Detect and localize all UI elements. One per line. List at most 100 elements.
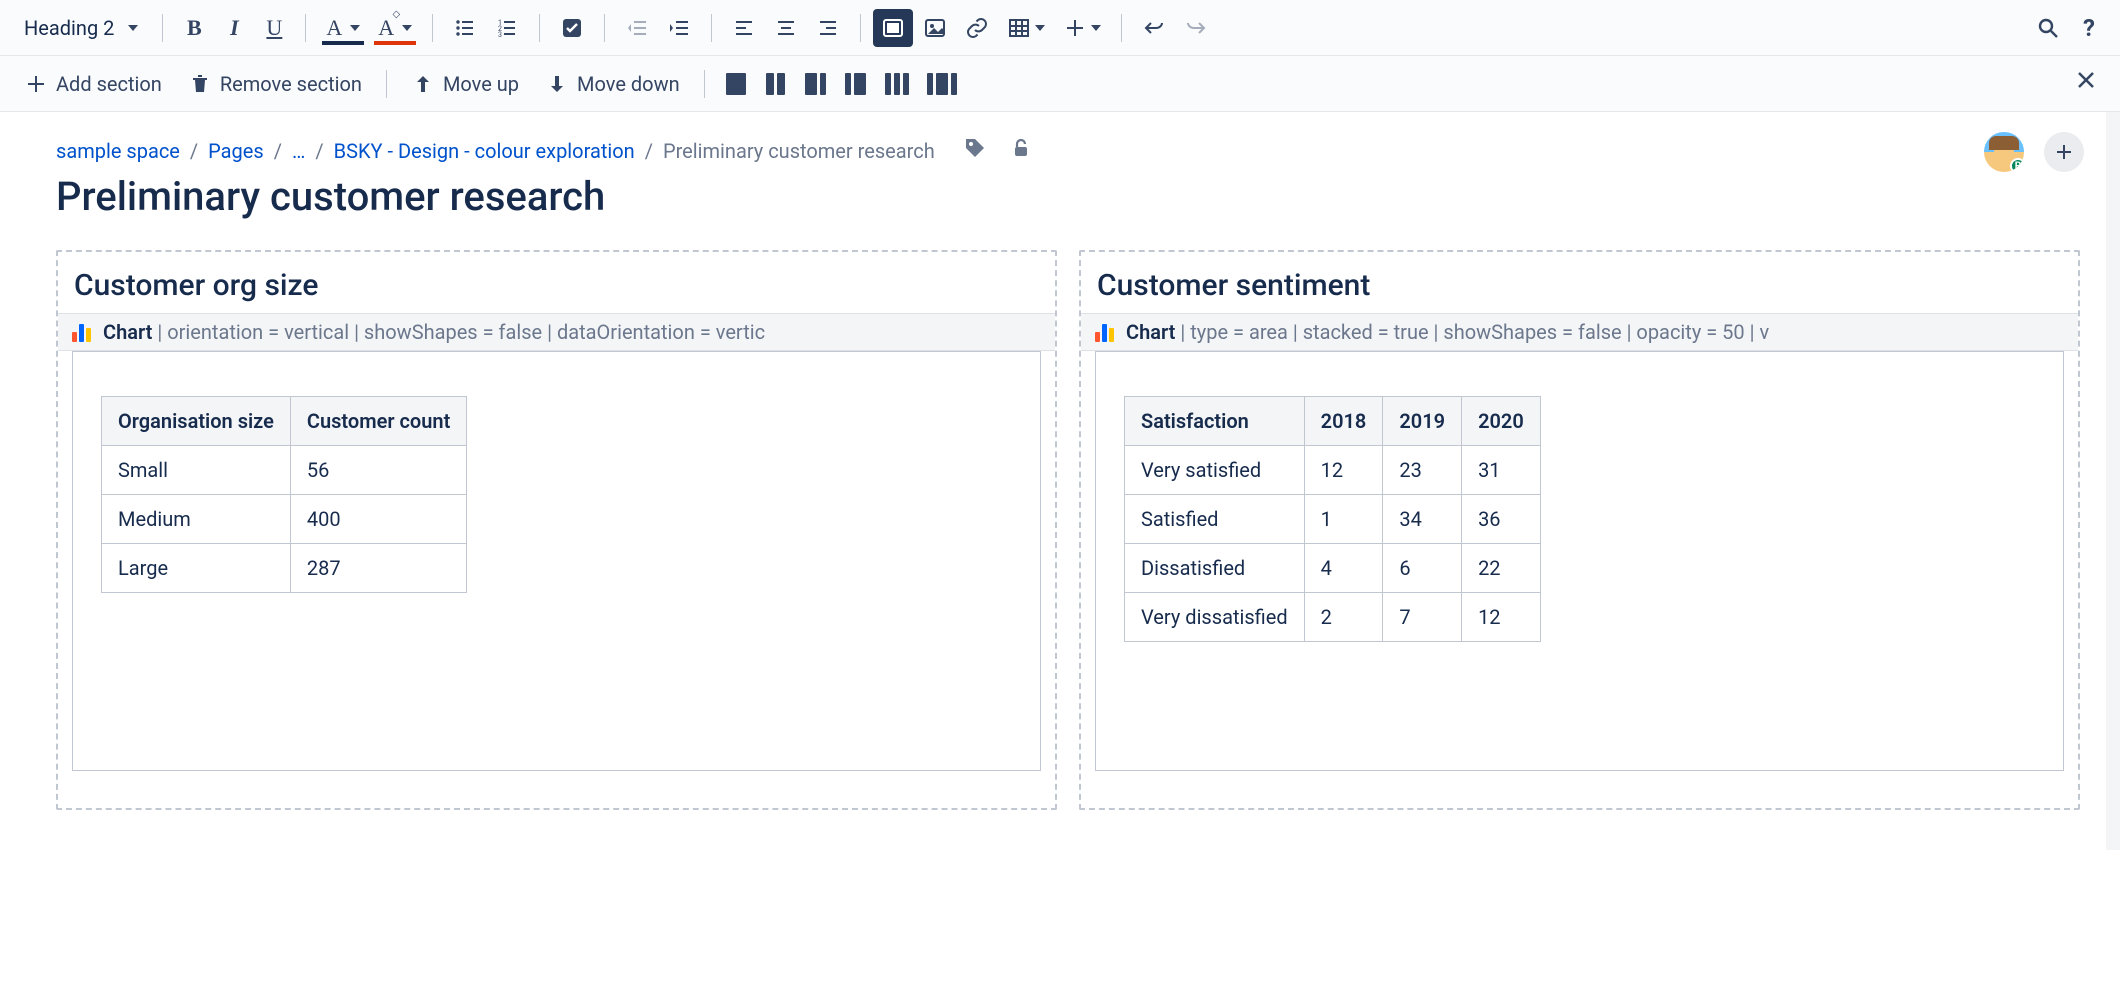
table-cell[interactable]: 31 bbox=[1462, 446, 1541, 495]
task-list-button[interactable] bbox=[552, 9, 592, 47]
table-header[interactable]: 2018 bbox=[1304, 397, 1383, 446]
table-cell[interactable]: 6 bbox=[1383, 544, 1462, 593]
table-header[interactable]: 2019 bbox=[1383, 397, 1462, 446]
presence-badge: R bbox=[2010, 158, 2026, 174]
paragraph-style-picker[interactable]: Heading 2 bbox=[12, 8, 150, 48]
breadcrumb-link[interactable]: Pages bbox=[208, 139, 264, 163]
layout-three-sidebars-button[interactable] bbox=[919, 65, 965, 103]
data-table[interactable]: Organisation size Customer count Small 5… bbox=[101, 396, 467, 593]
separator bbox=[162, 14, 163, 42]
table-cell[interactable]: 400 bbox=[290, 495, 466, 544]
align-left-button[interactable] bbox=[724, 9, 764, 47]
close-layout-toolbar-button[interactable] bbox=[2064, 68, 2108, 99]
table-cell[interactable]: Dissatisfied bbox=[1125, 544, 1305, 593]
column-heading[interactable]: Customer sentiment bbox=[1097, 268, 2064, 303]
chart-macro-header[interactable]: Chart | orientation = vertical | showSha… bbox=[58, 313, 1055, 351]
remove-section-button[interactable]: Remove section bbox=[176, 64, 374, 104]
layout-column[interactable]: Customer sentiment Chart | type = area |… bbox=[1079, 250, 2080, 810]
page-layout-button[interactable] bbox=[873, 9, 913, 47]
table-header[interactable]: Organisation size bbox=[102, 397, 291, 446]
labels-button[interactable] bbox=[963, 136, 987, 165]
avatar[interactable]: R bbox=[1982, 130, 2026, 174]
undo-button[interactable] bbox=[1134, 9, 1174, 47]
layout-two-left-button[interactable] bbox=[797, 65, 835, 103]
undo-icon bbox=[1142, 16, 1166, 40]
paragraph-style-label: Heading 2 bbox=[24, 16, 114, 40]
bold-button[interactable]: B bbox=[175, 9, 213, 47]
insert-table-button[interactable] bbox=[999, 9, 1053, 47]
text-color-button[interactable]: A bbox=[318, 9, 368, 47]
table-cell[interactable]: 22 bbox=[1462, 544, 1541, 593]
underline-button[interactable]: U bbox=[255, 9, 293, 47]
insert-image-button[interactable] bbox=[915, 9, 955, 47]
table-row: Medium 400 bbox=[102, 495, 467, 544]
layout-two-equal-button[interactable] bbox=[757, 65, 795, 103]
chevron-down-icon bbox=[128, 25, 138, 31]
help-button[interactable]: ? bbox=[2070, 9, 2108, 47]
table-cell[interactable]: 12 bbox=[1462, 593, 1541, 642]
redo-button[interactable] bbox=[1176, 9, 1216, 47]
table-cell[interactable]: 7 bbox=[1383, 593, 1462, 642]
unlock-icon bbox=[1009, 136, 1033, 160]
plus-icon bbox=[1063, 16, 1087, 40]
table-cell[interactable]: 4 bbox=[1304, 544, 1383, 593]
column-heading[interactable]: Customer org size bbox=[74, 268, 1041, 303]
page-title[interactable]: Preliminary customer research bbox=[56, 173, 2080, 220]
add-section-button[interactable]: Add section bbox=[12, 64, 174, 104]
move-section-down-button[interactable]: Move down bbox=[533, 64, 692, 104]
table-cell[interactable]: Very dissatisfied bbox=[1125, 593, 1305, 642]
align-right-button[interactable] bbox=[808, 9, 848, 47]
layout-single-button[interactable] bbox=[717, 65, 755, 103]
scrollbar[interactable] bbox=[2106, 112, 2120, 850]
bullet-list-button[interactable] bbox=[445, 9, 485, 47]
close-icon bbox=[2074, 68, 2098, 92]
breadcrumb-ellipsis[interactable]: … bbox=[292, 139, 305, 163]
breadcrumb-link[interactable]: BSKY - Design - colour exploration bbox=[334, 139, 635, 163]
table-cell[interactable]: Very satisfied bbox=[1125, 446, 1305, 495]
chart-macro-body[interactable]: Organisation size Customer count Small 5… bbox=[72, 351, 1041, 771]
numbered-list-button[interactable]: 123 bbox=[487, 9, 527, 47]
table-cell[interactable]: Large bbox=[102, 544, 291, 593]
plus-icon bbox=[24, 72, 48, 96]
link-icon bbox=[965, 16, 989, 40]
indent-button[interactable] bbox=[659, 9, 699, 47]
table-cell[interactable]: 34 bbox=[1383, 495, 1462, 544]
invite-to-edit-button[interactable] bbox=[2044, 132, 2084, 172]
breadcrumb-separator: / bbox=[190, 139, 198, 163]
editor-page: sample space / Pages / … / BSKY - Design… bbox=[0, 112, 2120, 850]
align-center-button[interactable] bbox=[766, 9, 806, 47]
find-replace-button[interactable] bbox=[2028, 9, 2068, 47]
data-table[interactable]: Satisfaction 2018 2019 2020 Very satisfi… bbox=[1124, 396, 1541, 642]
insert-more-button[interactable] bbox=[1055, 9, 1109, 47]
outdent-button[interactable] bbox=[617, 9, 657, 47]
macro-params: | orientation = vertical | showShapes = … bbox=[157, 320, 765, 344]
table-header[interactable]: 2020 bbox=[1462, 397, 1541, 446]
chart-macro-body[interactable]: Satisfaction 2018 2019 2020 Very satisfi… bbox=[1095, 351, 2064, 771]
checkbox-icon bbox=[560, 16, 584, 40]
table-cell[interactable]: 287 bbox=[290, 544, 466, 593]
layout-three-equal-button[interactable] bbox=[877, 65, 917, 103]
breadcrumb-link[interactable]: sample space bbox=[56, 139, 180, 163]
chart-macro-header[interactable]: Chart | type = area | stacked = true | s… bbox=[1081, 313, 2078, 351]
restrictions-button[interactable] bbox=[1009, 136, 1033, 165]
move-section-up-button[interactable]: Move up bbox=[399, 64, 531, 104]
table-cell[interactable]: 36 bbox=[1462, 495, 1541, 544]
italic-button[interactable]: I bbox=[215, 9, 253, 47]
chevron-down-icon bbox=[350, 25, 360, 31]
align-left-icon bbox=[732, 16, 756, 40]
table-row: Large 287 bbox=[102, 544, 467, 593]
table-cell[interactable]: 56 bbox=[290, 446, 466, 495]
layout-column[interactable]: Customer org size Chart | orientation = … bbox=[56, 250, 1057, 810]
table-cell[interactable]: Satisfied bbox=[1125, 495, 1305, 544]
table-cell[interactable]: 12 bbox=[1304, 446, 1383, 495]
table-header[interactable]: Customer count bbox=[290, 397, 466, 446]
insert-link-button[interactable] bbox=[957, 9, 997, 47]
table-cell[interactable]: 1 bbox=[1304, 495, 1383, 544]
table-cell[interactable]: 2 bbox=[1304, 593, 1383, 642]
highlight-color-button[interactable]: A◇ bbox=[370, 9, 420, 47]
table-cell[interactable]: 23 bbox=[1383, 446, 1462, 495]
layout-two-right-button[interactable] bbox=[837, 65, 875, 103]
table-cell[interactable]: Medium bbox=[102, 495, 291, 544]
table-cell[interactable]: Small bbox=[102, 446, 291, 495]
table-header[interactable]: Satisfaction bbox=[1125, 397, 1305, 446]
